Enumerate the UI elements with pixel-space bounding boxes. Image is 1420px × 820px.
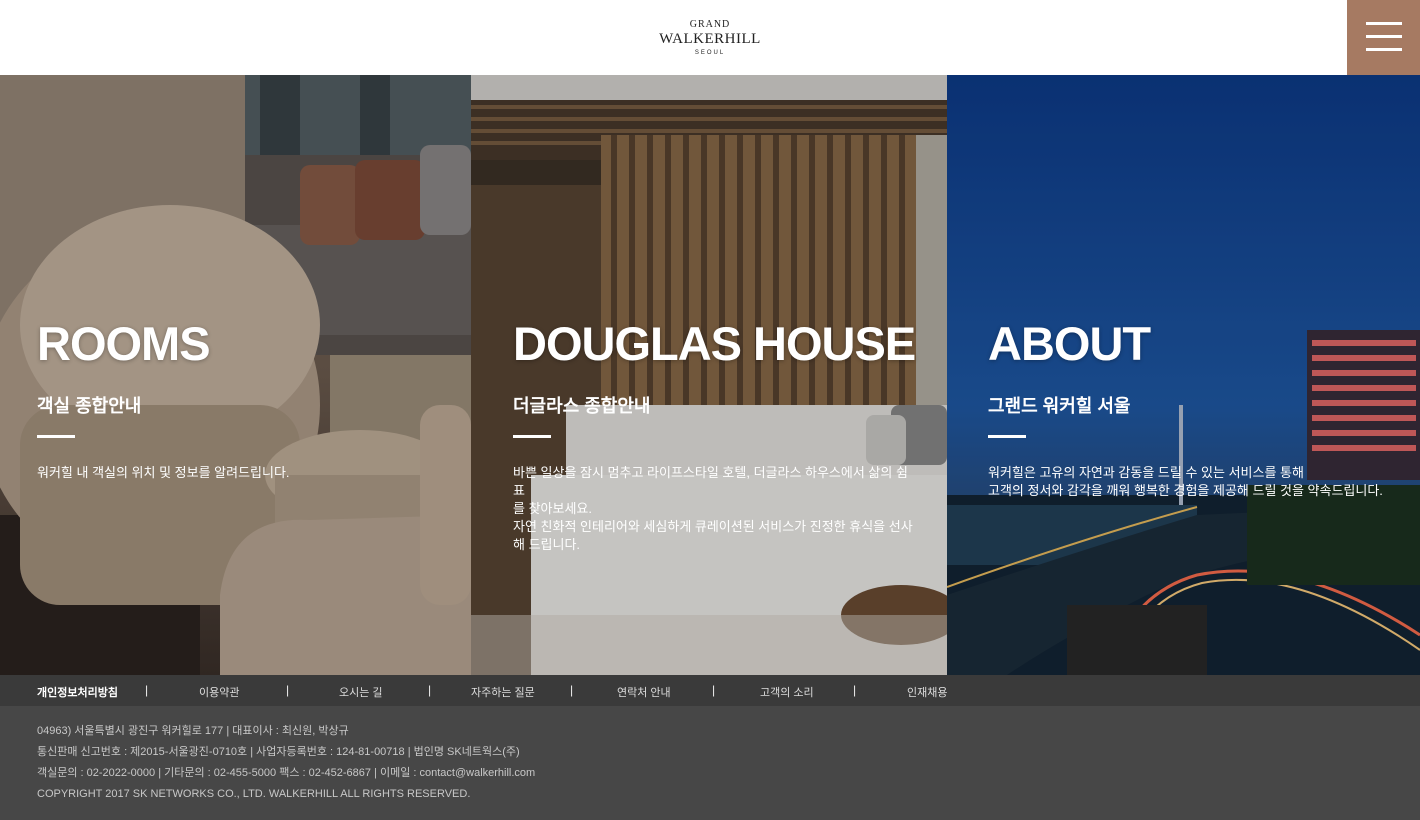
footer-nav-separator: | bbox=[570, 683, 574, 697]
rooms-divider bbox=[37, 435, 75, 438]
footer-nav-separator: | bbox=[853, 683, 857, 697]
site-footer: 개인정보처리방침 | 이용약관 | 오시는 길 | 자주하는 질문 | 연락처 … bbox=[0, 675, 1420, 820]
footer-link-customer-voice[interactable]: 고객의 소리 bbox=[760, 684, 814, 700]
logo-line-grand: GRAND bbox=[689, 19, 731, 30]
about-title: ABOUT bbox=[988, 317, 1151, 370]
rooms-title: ROOMS bbox=[37, 317, 211, 370]
douglas-description-line: 바쁜 일상을 잠시 멈추고 라이프스타일 호텔, 더글라스 하우스에서 삶의 쉼… bbox=[513, 465, 908, 498]
main-panels: ROOMS 객실 종합안내 워커힐 내 객실의 위치 및 정보를 알려드립니다. bbox=[0, 75, 1420, 675]
site-header: GRAND WALKERHILL SEOUL bbox=[0, 0, 1420, 75]
footer-link-directions[interactable]: 오시는 길 bbox=[339, 684, 383, 700]
about-description-line: 워커힐은 고유의 자연과 감동을 드릴 수 있는 서비스를 통해 bbox=[988, 465, 1304, 480]
footer-company-info: 04963) 서울특별시 광진구 워커힐로 177 | 대표이사 : 최신원, … bbox=[37, 721, 535, 805]
douglas-divider bbox=[513, 435, 551, 438]
footer-nav-separator: | bbox=[712, 683, 716, 697]
footer-nav-separator: | bbox=[428, 683, 432, 697]
hamburger-icon-line bbox=[1366, 35, 1402, 38]
footer-nav-separator: | bbox=[286, 683, 290, 697]
footer-link-terms[interactable]: 이용약관 bbox=[199, 684, 239, 700]
hamburger-menu-button[interactable] bbox=[1347, 0, 1420, 75]
about-subtitle: 그랜드 워커힐 서울 bbox=[988, 396, 1131, 416]
about-divider bbox=[988, 435, 1026, 438]
footer-link-privacy-policy[interactable]: 개인정보처리방침 bbox=[37, 684, 118, 700]
hamburger-icon-line bbox=[1366, 22, 1402, 25]
footer-link-faq[interactable]: 자주하는 질문 bbox=[471, 684, 535, 700]
footer-link-careers[interactable]: 인재채용 bbox=[907, 684, 947, 700]
about-description: 워커힐은 고유의 자연과 감동을 드릴 수 있는 서비스를 통해 고객의 정서와… bbox=[988, 464, 1388, 500]
douglas-content: DOUGLAS HOUSE 더글라스 종합안내 바쁜 일상을 잠시 멈추고 라이… bbox=[513, 317, 916, 554]
rooms-subtitle: 객실 종합안내 bbox=[37, 396, 142, 416]
douglas-subtitle: 더글라스 종합안내 bbox=[513, 396, 651, 416]
footer-info-contacts: 객실문의 : 02-2022-0000 | 기타문의 : 02-455-5000… bbox=[37, 767, 536, 779]
panel-about[interactable]: ABOUT 그랜드 워커힐 서울 워커힐은 고유의 자연과 감동을 드릴 수 있… bbox=[947, 75, 1420, 675]
panel-rooms[interactable]: ROOMS 객실 종합안내 워커힐 내 객실의 위치 및 정보를 알려드립니다. bbox=[0, 75, 471, 675]
douglas-description-line: 해 드립니다. bbox=[513, 537, 581, 552]
rooms-content: ROOMS 객실 종합안내 워커힐 내 객실의 위치 및 정보를 알려드립니다. bbox=[37, 320, 437, 482]
rooms-description-line: 워커힐 내 객실의 위치 및 정보를 알려드립니다. bbox=[37, 465, 290, 480]
about-description-line: 고객의 정서와 감각을 깨워 행복한 경험을 제공해 드릴 것을 약속드립니다. bbox=[988, 483, 1383, 498]
rooms-description: 워커힐 내 객실의 위치 및 정보를 알려드립니다. bbox=[37, 464, 437, 482]
footer-info-address: 04963) 서울특별시 광진구 워커힐로 177 | 대표이사 : 최신원, … bbox=[37, 725, 349, 737]
footer-nav-separator: | bbox=[145, 683, 149, 697]
footer-info-registration: 통신판매 신고번호 : 제2015-서울광진-0710호 | 사업자등록번호 :… bbox=[37, 746, 520, 758]
footer-link-contact[interactable]: 연락처 안내 bbox=[617, 684, 671, 700]
footer-copyright: COPYRIGHT 2017 SK NETWORKS CO., LTD. WAL… bbox=[37, 788, 471, 800]
douglas-title: DOUGLAS HOUSE bbox=[513, 317, 916, 370]
panel-douglas-house[interactable]: DOUGLAS HOUSE 더글라스 종합안내 바쁜 일상을 잠시 멈추고 라이… bbox=[471, 75, 947, 675]
douglas-description-line: 자연 친화적 인테리어와 세심하게 큐레이션된 서비스가 진정한 휴식을 선사 bbox=[513, 519, 913, 534]
logo-line-seoul: SEOUL bbox=[694, 50, 726, 56]
douglas-description: 바쁜 일상을 잠시 멈추고 라이프스타일 호텔, 더글라스 하우스에서 삶의 쉼… bbox=[513, 464, 913, 554]
hamburger-icon-line bbox=[1366, 48, 1402, 51]
about-content: ABOUT 그랜드 워커힐 서울 워커힐은 고유의 자연과 감동을 드릴 수 있… bbox=[988, 320, 1388, 500]
douglas-description-line: 를 찾아보세요. bbox=[513, 501, 592, 516]
walkerhill-logo[interactable]: GRAND WALKERHILL SEOUL bbox=[0, 19, 1420, 57]
logo-line-walkerhill: WALKERHILL bbox=[659, 31, 761, 47]
footer-nav: 개인정보처리방침 | 이용약관 | 오시는 길 | 자주하는 질문 | 연락처 … bbox=[0, 675, 1420, 706]
